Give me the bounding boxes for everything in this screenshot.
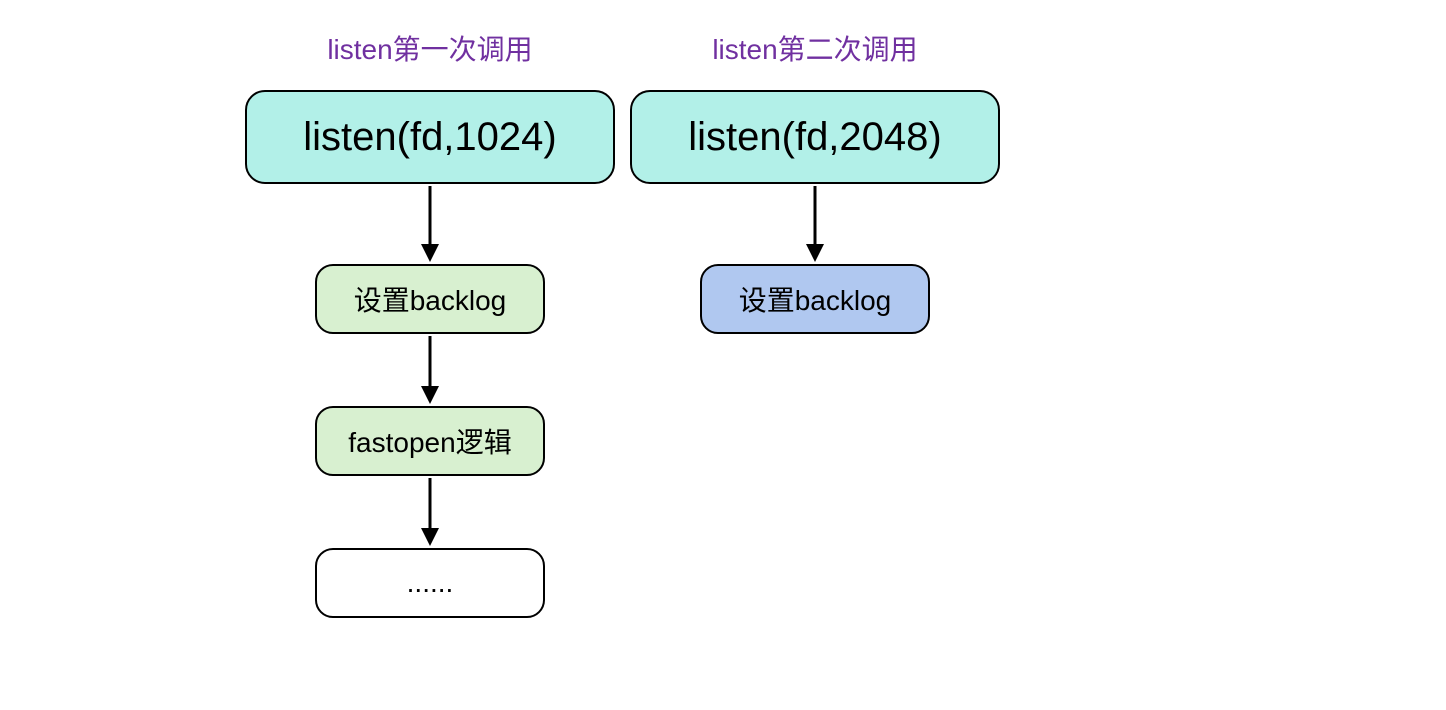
- step-label: fastopen逻辑: [348, 421, 511, 461]
- column-second-call: listen第二次调用 listen(fd,2048) 设置backlog: [600, 28, 1030, 334]
- listen-box-left: listen(fd,1024): [245, 90, 615, 184]
- column-first-call: listen第一次调用 listen(fd,1024) 设置backlog fa…: [230, 28, 630, 618]
- step-label: 设置backlog: [739, 279, 892, 319]
- column-title-right: listen第二次调用: [712, 28, 917, 68]
- step-box-set-backlog-left: 设置backlog: [315, 264, 545, 334]
- arrow-icon: [415, 476, 445, 548]
- listen-label-right: listen(fd,2048): [688, 115, 941, 160]
- column-title-left: listen第一次调用: [327, 28, 532, 68]
- arrow-icon: [415, 184, 445, 264]
- step-box-ellipsis: ......: [315, 548, 545, 618]
- step-label: ......: [407, 567, 454, 599]
- step-box-fastopen: fastopen逻辑: [315, 406, 545, 476]
- arrow-icon: [415, 334, 445, 406]
- arrow-icon: [800, 184, 830, 264]
- listen-box-right: listen(fd,2048): [630, 90, 1000, 184]
- step-box-set-backlog-right: 设置backlog: [700, 264, 930, 334]
- step-label: 设置backlog: [354, 279, 507, 319]
- listen-label-left: listen(fd,1024): [303, 115, 556, 160]
